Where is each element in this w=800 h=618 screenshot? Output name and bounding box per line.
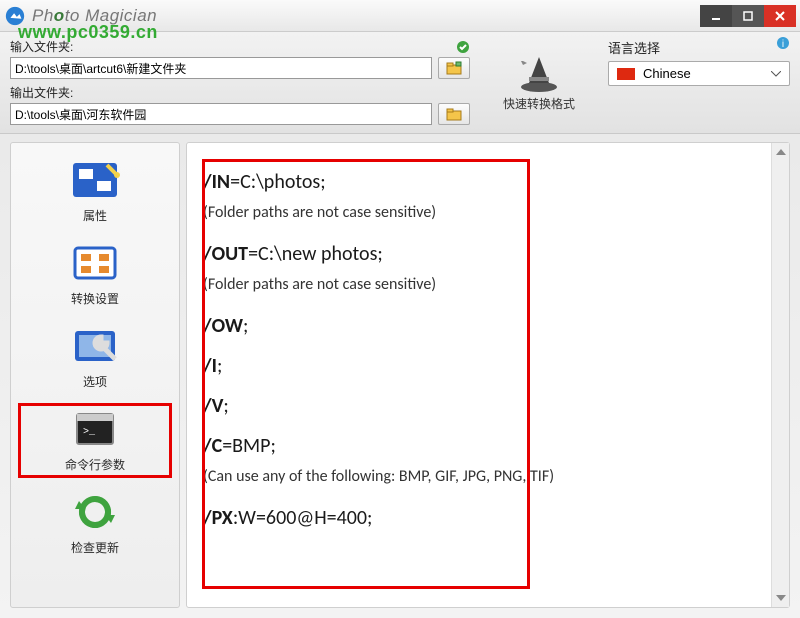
- sidebar-item-label: 选项: [83, 373, 107, 390]
- sidebar-item-convert[interactable]: 转换设置: [15, 234, 175, 315]
- browse-output-button[interactable]: [438, 103, 470, 125]
- sidebar-item-options[interactable]: 选项: [15, 317, 175, 398]
- doc-command: /OW;: [203, 311, 755, 341]
- wrench-icon: [67, 323, 123, 369]
- sidebar-item-label: 属性: [83, 207, 107, 224]
- language-select[interactable]: Chinese: [608, 61, 790, 86]
- sidebar-item-label: 转换设置: [71, 290, 119, 307]
- doc-command: /OUT=C:\new photos;: [203, 239, 755, 269]
- language-label: 语言选择: [608, 38, 790, 57]
- wizard-hat-icon: [515, 53, 563, 93]
- quick-convert-label: 快速转换格式: [503, 95, 575, 112]
- content-panel: /IN=C:\photos; (Folder paths are not case…: [186, 142, 790, 608]
- doc-command: /C=BMP;: [203, 431, 755, 461]
- input-folder-field[interactable]: [10, 57, 432, 79]
- doc-command: /IN=C:\photos;: [203, 167, 755, 197]
- app-icon: [4, 5, 26, 27]
- check-icon: [456, 40, 470, 54]
- terminal-icon: >_: [67, 406, 123, 452]
- output-folder-field[interactable]: [10, 103, 432, 125]
- chevron-down-icon: [771, 71, 781, 77]
- sidebar-item-label: 命令行参数: [65, 456, 125, 473]
- doc-command: /I;: [203, 351, 755, 381]
- browse-input-button[interactable]: [438, 57, 470, 79]
- maximize-button[interactable]: [732, 5, 764, 27]
- doc-command: /V;: [203, 391, 755, 421]
- output-folder-label: 输出文件夹:: [10, 84, 73, 101]
- flag-icon: [617, 68, 635, 80]
- window-title: Photo Magician: [32, 6, 700, 26]
- scroll-down-icon[interactable]: [774, 591, 788, 605]
- sidebar-item-properties[interactable]: 属性: [15, 151, 175, 232]
- quick-convert-button[interactable]: 快速转换格式: [484, 38, 594, 125]
- titlebar: Photo Magician: [0, 0, 800, 32]
- scrollbar[interactable]: [771, 143, 789, 607]
- doc-note: (Folder paths are not case sensitive): [203, 201, 755, 225]
- toolbar: i 输入文件夹: 输出文件夹: 快速转换格式 语言选择: [0, 32, 800, 134]
- refresh-icon: [67, 489, 123, 535]
- info-icon[interactable]: i: [776, 36, 790, 50]
- grid-icon: [67, 240, 123, 286]
- svg-text:i: i: [782, 39, 784, 50]
- svg-text:>_: >_: [83, 427, 96, 438]
- wand-icon: [67, 157, 123, 203]
- scroll-up-icon[interactable]: [774, 145, 788, 159]
- doc-note: (Can use any of the following: BMP, GIF,…: [203, 465, 755, 489]
- sidebar-item-cmdline[interactable]: >_ 命令行参数: [15, 400, 175, 481]
- minimize-button[interactable]: [700, 5, 732, 27]
- doc-note: (Folder paths are not case sensitive): [203, 273, 755, 297]
- doc-body: /IN=C:\photos; (Folder paths are not case…: [187, 143, 771, 607]
- language-value: Chinese: [643, 66, 691, 81]
- input-folder-label: 输入文件夹:: [10, 38, 73, 55]
- sidebar-item-update[interactable]: 检查更新: [15, 483, 175, 564]
- sidebar-item-label: 检查更新: [71, 539, 119, 556]
- close-button[interactable]: [764, 5, 796, 27]
- doc-command: /PX:W=600@H=400;: [203, 503, 755, 533]
- sidebar: 属性转换设置选项 >_ 命令行参数检查更新: [10, 142, 180, 608]
